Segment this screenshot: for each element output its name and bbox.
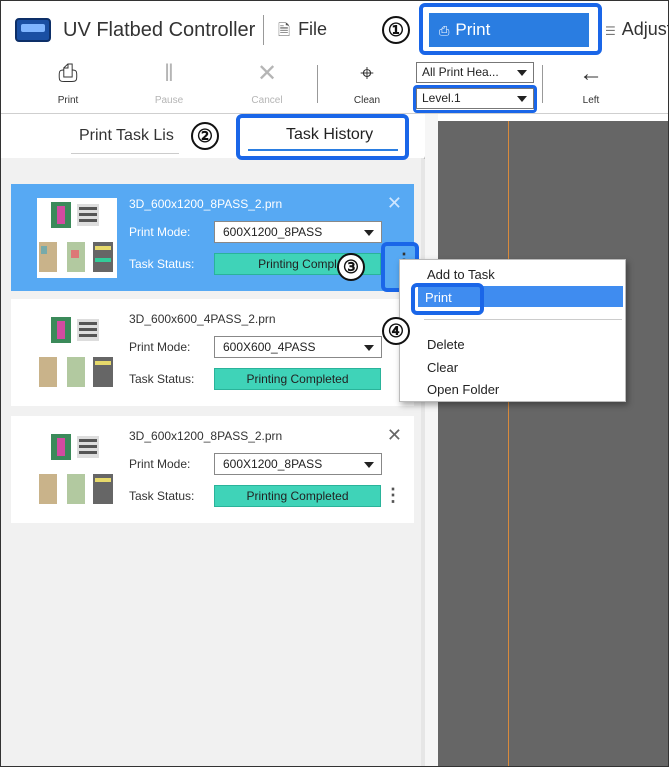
context-menu-open-folder[interactable]: Open Folder (427, 382, 499, 397)
context-menu-clear[interactable]: Clear (427, 360, 458, 375)
app-window: UV Flatbed Controller 🗎 File ① ⎙ Print ☰ Ad… (0, 0, 669, 767)
print-mode-select[interactable]: 600X600_4PASS (214, 336, 382, 358)
print-mode-label: Print Mode: (129, 340, 191, 354)
print-origin-line (508, 121, 509, 766)
print-head-value: All Print Hea... (422, 65, 499, 79)
tab-underline (71, 153, 179, 154)
toolbar-print-label: Print (57, 95, 79, 106)
print-mode-label: Print Mode: (129, 225, 191, 239)
toolbar-cancel-button[interactable]: ✕ Cancel (232, 59, 302, 113)
tab-print-task-list[interactable]: Print Task Lis (79, 127, 174, 145)
task-status-label: Task Status: (129, 257, 195, 271)
print-head-select[interactable]: All Print Hea... (416, 62, 534, 83)
print-thumbnail (37, 313, 117, 393)
task-status-label: Task Status: (129, 372, 195, 386)
printer-icon: ⎙ (439, 23, 450, 38)
printer-icon: ⎙ (58, 60, 78, 87)
close-icon[interactable]: ✕ (387, 425, 402, 446)
chevron-down-icon (517, 70, 527, 76)
toolbar-clean-button[interactable]: ⌖ Clean (332, 59, 402, 113)
print-thumbnail (37, 430, 117, 510)
print-mode-value: 600X600_4PASS (223, 340, 316, 354)
toolbar-pause-label: Pause (154, 95, 184, 106)
arrow-left-icon: ← (579, 60, 603, 87)
print-mode-value: 600X1200_8PASS (223, 225, 323, 239)
task-filename: 3D_600x600_4PASS_2.prn (129, 312, 276, 326)
toolbar-print-button[interactable]: ⎙ Print (33, 59, 103, 113)
context-menu-add-to-task[interactable]: Add to Task (427, 267, 495, 282)
app-logo-icon (15, 18, 51, 42)
menu-print-highlight: ⎙ Print (419, 3, 602, 55)
print-mode-select[interactable]: 600X1200_8PASS (214, 453, 382, 475)
toolbar-pause-button[interactable]: ǁ Pause (134, 59, 204, 113)
context-menu-separator (424, 319, 622, 320)
chevron-down-icon (364, 462, 374, 468)
panel-divider (425, 114, 438, 766)
brush-icon: ⌖ (360, 60, 374, 87)
task-status-label: Task Status: (129, 489, 195, 503)
close-icon: ✕ (256, 60, 278, 87)
chevron-down-icon (364, 345, 374, 351)
menu-adjust-label: Adjust (621, 19, 669, 39)
toolbar-clean-label: Clean (353, 95, 381, 106)
tab-task-history-label: Task History (286, 126, 374, 143)
callout-3: ③ (337, 253, 365, 281)
context-menu: Add to Task Delete Clear Open Folder (399, 259, 626, 402)
title-separator (263, 15, 264, 45)
print-bed-canvas[interactable] (438, 121, 668, 766)
status-badge: Printing Completed (214, 485, 381, 507)
file-icon: 🗎 (278, 22, 291, 39)
chevron-down-icon (364, 230, 374, 236)
toolbar-separator (317, 65, 318, 103)
app-title: UV Flatbed Controller (63, 19, 256, 41)
adjust-icon: ☰ (605, 24, 616, 38)
toolbar-separator (542, 65, 543, 103)
menu-print-label: Print (455, 20, 491, 39)
callout-2: ② (191, 122, 219, 150)
print-mode-label: Print Mode: (129, 457, 191, 471)
more-options-icon[interactable]: ⋮ (384, 485, 402, 506)
task-card[interactable]: 3D_600x1200_8PASS_2.prn ✕ Print Mode: 60… (11, 416, 414, 523)
toolbar-cancel-label: Cancel (251, 95, 283, 106)
title-bar: UV Flatbed Controller 🗎 File ① ⎙ Print ☰ Ad… (1, 1, 669, 60)
level-select-highlight (413, 85, 537, 113)
close-icon[interactable]: ✕ (387, 193, 402, 214)
task-tabs: Print Task Lis ② Task History (1, 114, 425, 160)
task-panel: Print Task Lis ② Task History ▲ 3D_600x1… (1, 114, 430, 766)
pause-icon: ǁ (164, 60, 174, 87)
callout-1: ① (382, 16, 410, 44)
toolbar: ⎙ Print ǁ Pause ✕ Cancel ⌖ Clean All Pri… (1, 59, 668, 114)
context-menu-delete[interactable]: Delete (427, 337, 465, 352)
menu-print[interactable]: ⎙ Print (429, 13, 589, 47)
task-card[interactable]: 3D_600x600_4PASS_2.prn Print Mode: 600X6… (11, 299, 414, 406)
toolbar-left-label: Left (582, 95, 600, 106)
print-mode-select[interactable]: 600X1200_8PASS (214, 221, 382, 243)
active-tab-indicator (248, 149, 398, 151)
toolbar-left-button[interactable]: ← Left (556, 59, 626, 113)
tab-task-history[interactable]: Task History (236, 114, 409, 160)
task-filename: 3D_600x1200_8PASS_2.prn (129, 197, 283, 211)
status-badge: Printing Completed (214, 368, 381, 390)
context-menu-print-highlight (411, 283, 484, 315)
menu-file[interactable]: 🗎 File (278, 19, 327, 45)
menu-adjust[interactable]: ☰ Adjust (605, 19, 669, 40)
print-thumbnail (37, 198, 117, 278)
task-filename: 3D_600x1200_8PASS_2.prn (129, 429, 283, 443)
print-mode-value: 600X1200_8PASS (223, 457, 323, 471)
menu-file-label: File (298, 19, 328, 39)
callout-4: ④ (382, 317, 410, 345)
